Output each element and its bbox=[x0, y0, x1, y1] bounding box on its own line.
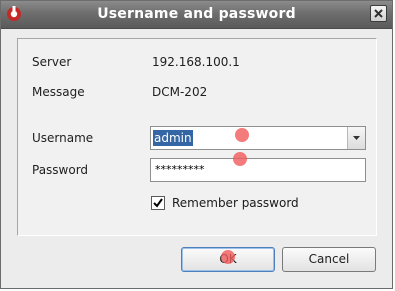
checkmark-icon bbox=[153, 198, 163, 208]
click-marker bbox=[233, 152, 247, 166]
password-label: Password bbox=[32, 163, 89, 177]
credentials-panel: Server 192.168.100.1 Message DCM-202 Use… bbox=[17, 38, 377, 236]
chevron-down-icon bbox=[353, 136, 360, 140]
password-field[interactable]: ********* bbox=[150, 158, 366, 182]
close-icon bbox=[374, 9, 383, 18]
server-label: Server bbox=[32, 55, 72, 69]
message-value: DCM-202 bbox=[152, 85, 208, 99]
click-marker bbox=[235, 128, 249, 142]
remember-password-checkbox[interactable] bbox=[151, 196, 165, 210]
close-button[interactable] bbox=[370, 5, 387, 22]
dialog-title: Username and password bbox=[97, 6, 296, 22]
login-dialog: Username and password Server 192.168.100… bbox=[0, 0, 393, 289]
message-label: Message bbox=[32, 85, 85, 99]
username-combobox[interactable]: admin bbox=[150, 126, 366, 150]
username-label: Username bbox=[32, 131, 94, 145]
click-marker bbox=[221, 250, 235, 264]
username-dropdown-button[interactable] bbox=[347, 127, 365, 149]
cancel-button[interactable]: Cancel bbox=[282, 247, 376, 272]
server-value: 192.168.100.1 bbox=[152, 55, 240, 69]
title-bar[interactable]: Username and password bbox=[1, 1, 392, 29]
username-input-value[interactable]: admin bbox=[153, 130, 193, 146]
remember-password-label[interactable]: Remember password bbox=[172, 196, 299, 210]
